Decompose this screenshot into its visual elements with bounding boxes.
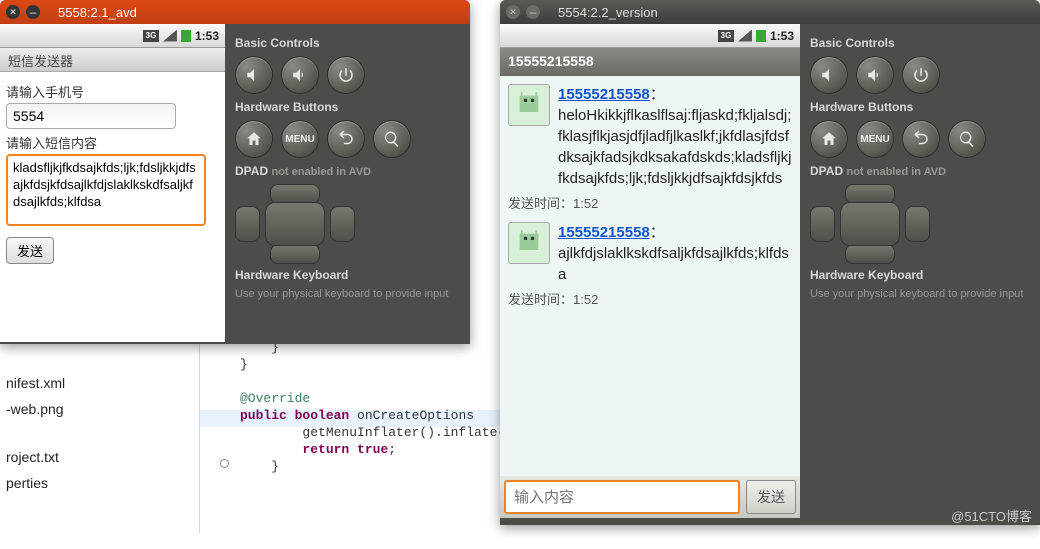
status-bar: 3G 1:53 — [0, 24, 225, 48]
search-button[interactable] — [948, 120, 986, 158]
titlebar-a[interactable]: ✕ – 5558:2.1_avd — [0, 0, 470, 24]
dpad-right[interactable] — [905, 206, 930, 242]
volume-down-button[interactable] — [810, 56, 848, 94]
home-button[interactable] — [235, 120, 273, 158]
chat-input[interactable] — [504, 480, 740, 514]
minimize-icon[interactable]: – — [26, 5, 40, 19]
power-button[interactable] — [902, 56, 940, 94]
label-phone: 请输入手机号 — [6, 82, 219, 101]
titlebar-b[interactable]: ✕ – 5554:2.2_version — [500, 0, 1040, 24]
dpad-up[interactable] — [845, 184, 895, 204]
menu-button[interactable]: MENU — [856, 120, 894, 158]
battery-icon — [756, 30, 766, 42]
panel-header-basic: Basic Controls — [810, 36, 1030, 50]
dpad-center[interactable] — [265, 202, 325, 246]
status-bar: 3G 1:53 — [500, 24, 800, 48]
override-marker-icon — [220, 459, 229, 468]
emulator-side-panel-b: Basic Controls Hardware Buttons MENU DPA… — [800, 24, 1040, 525]
emulator-window-b: ✕ – 5554:2.2_version 3G 1:53 15555215558… — [500, 0, 1040, 525]
dpad-left[interactable] — [235, 206, 260, 242]
dpad[interactable] — [235, 184, 355, 264]
close-icon[interactable]: ✕ — [6, 5, 20, 19]
volume-up-button[interactable] — [281, 56, 319, 94]
panel-header-hw: Hardware Buttons — [810, 100, 1030, 114]
phone-screen-b: 3G 1:53 15555215558 15555215558：heloHkik… — [500, 24, 800, 549]
status-time: 1:53 — [195, 29, 219, 43]
avatar-icon — [508, 222, 550, 264]
panel-kb-note: Use your physical keyboard to provide in… — [810, 288, 1030, 300]
message-time: 发送时间：1:52 — [508, 193, 792, 212]
window-title: 5554:2.2_version — [558, 5, 658, 20]
back-button[interactable] — [327, 120, 365, 158]
network-3g-icon: 3G — [143, 30, 159, 42]
panel-kb-note: Use your physical keyboard to provide in… — [235, 288, 460, 300]
volume-down-button[interactable] — [235, 56, 273, 94]
phone-input[interactable] — [6, 103, 176, 129]
chat-body[interactable]: 15555215558：heloHkikkjflkaslflsaj:fljask… — [500, 76, 800, 476]
signal-icon — [163, 30, 177, 42]
message-text: 15555215558：heloHkikkjflkaslflsaj:fljask… — [558, 84, 792, 189]
menu-button[interactable]: MENU — [281, 120, 319, 158]
panel-header-basic: Basic Controls — [235, 36, 460, 50]
panel-header-dpad: DPAD not enabled in AVD — [810, 164, 1030, 178]
dpad[interactable] — [810, 184, 930, 264]
home-button[interactable] — [810, 120, 848, 158]
panel-header-kb: Hardware Keyboard — [810, 268, 1030, 282]
battery-icon — [181, 30, 191, 42]
file-item[interactable]: nifest.xml — [0, 370, 158, 396]
message-text: 15555215558：ajlkfdjslaklkskdfsaljkfdsajl… — [558, 222, 792, 285]
chat-message: 15555215558：ajlkfdjslaklkskdfsaljkfdsajl… — [508, 222, 792, 285]
close-icon[interactable]: ✕ — [506, 5, 520, 19]
file-item[interactable]: -web.png — [0, 396, 158, 422]
chat-message: 15555215558：heloHkikkjflkaslflsaj:fljask… — [508, 84, 792, 189]
app-title: 短信发送器 — [0, 48, 225, 72]
emulator-side-panel-a: Basic Controls Hardware Buttons MENU DPA… — [225, 24, 470, 344]
power-button[interactable] — [327, 56, 365, 94]
panel-header-kb: Hardware Keyboard — [235, 268, 460, 282]
minimize-icon[interactable]: – — [526, 5, 540, 19]
sms-form: 请输入手机号 请输入短信内容 发送 — [0, 72, 225, 342]
phone-screen-a: 3G 1:53 短信发送器 请输入手机号 请输入短信内容 发送 — [0, 24, 225, 368]
panel-header-hw: Hardware Buttons — [235, 100, 460, 114]
send-button[interactable]: 发送 — [6, 237, 54, 264]
chat-footer: 发送 — [500, 476, 800, 518]
window-title: 5558:2.1_avd — [58, 5, 137, 20]
label-body: 请输入短信内容 — [6, 133, 219, 152]
dpad-left[interactable] — [810, 206, 835, 242]
sms-body-input[interactable] — [6, 154, 206, 226]
message-time: 发送时间：1:52 — [508, 289, 792, 308]
network-3g-icon: 3G — [718, 30, 734, 42]
avatar-icon — [508, 84, 550, 126]
back-button[interactable] — [902, 120, 940, 158]
status-time: 1:53 — [770, 29, 794, 43]
project-files[interactable]: nifest.xml -web.png roject.txt perties — [0, 370, 158, 496]
file-item[interactable]: perties — [0, 470, 158, 496]
dpad-center[interactable] — [840, 202, 900, 246]
dpad-down[interactable] — [845, 244, 895, 264]
dpad-down[interactable] — [270, 244, 320, 264]
search-button[interactable] — [373, 120, 411, 158]
volume-up-button[interactable] — [856, 56, 894, 94]
file-item[interactable]: roject.txt — [0, 444, 158, 470]
send-button[interactable]: 发送 — [746, 480, 796, 514]
chat-title: 15555215558 — [500, 48, 800, 76]
emulator-window-a: ✕ – 5558:2.1_avd 3G 1:53 短信发送器 请输入手机号 请输… — [0, 0, 470, 344]
dpad-up[interactable] — [270, 184, 320, 204]
panel-header-dpad: DPAD not enabled in AVD — [235, 164, 460, 178]
watermark: @51CTO博客 — [951, 506, 1032, 525]
signal-icon — [738, 30, 752, 42]
dpad-right[interactable] — [330, 206, 355, 242]
